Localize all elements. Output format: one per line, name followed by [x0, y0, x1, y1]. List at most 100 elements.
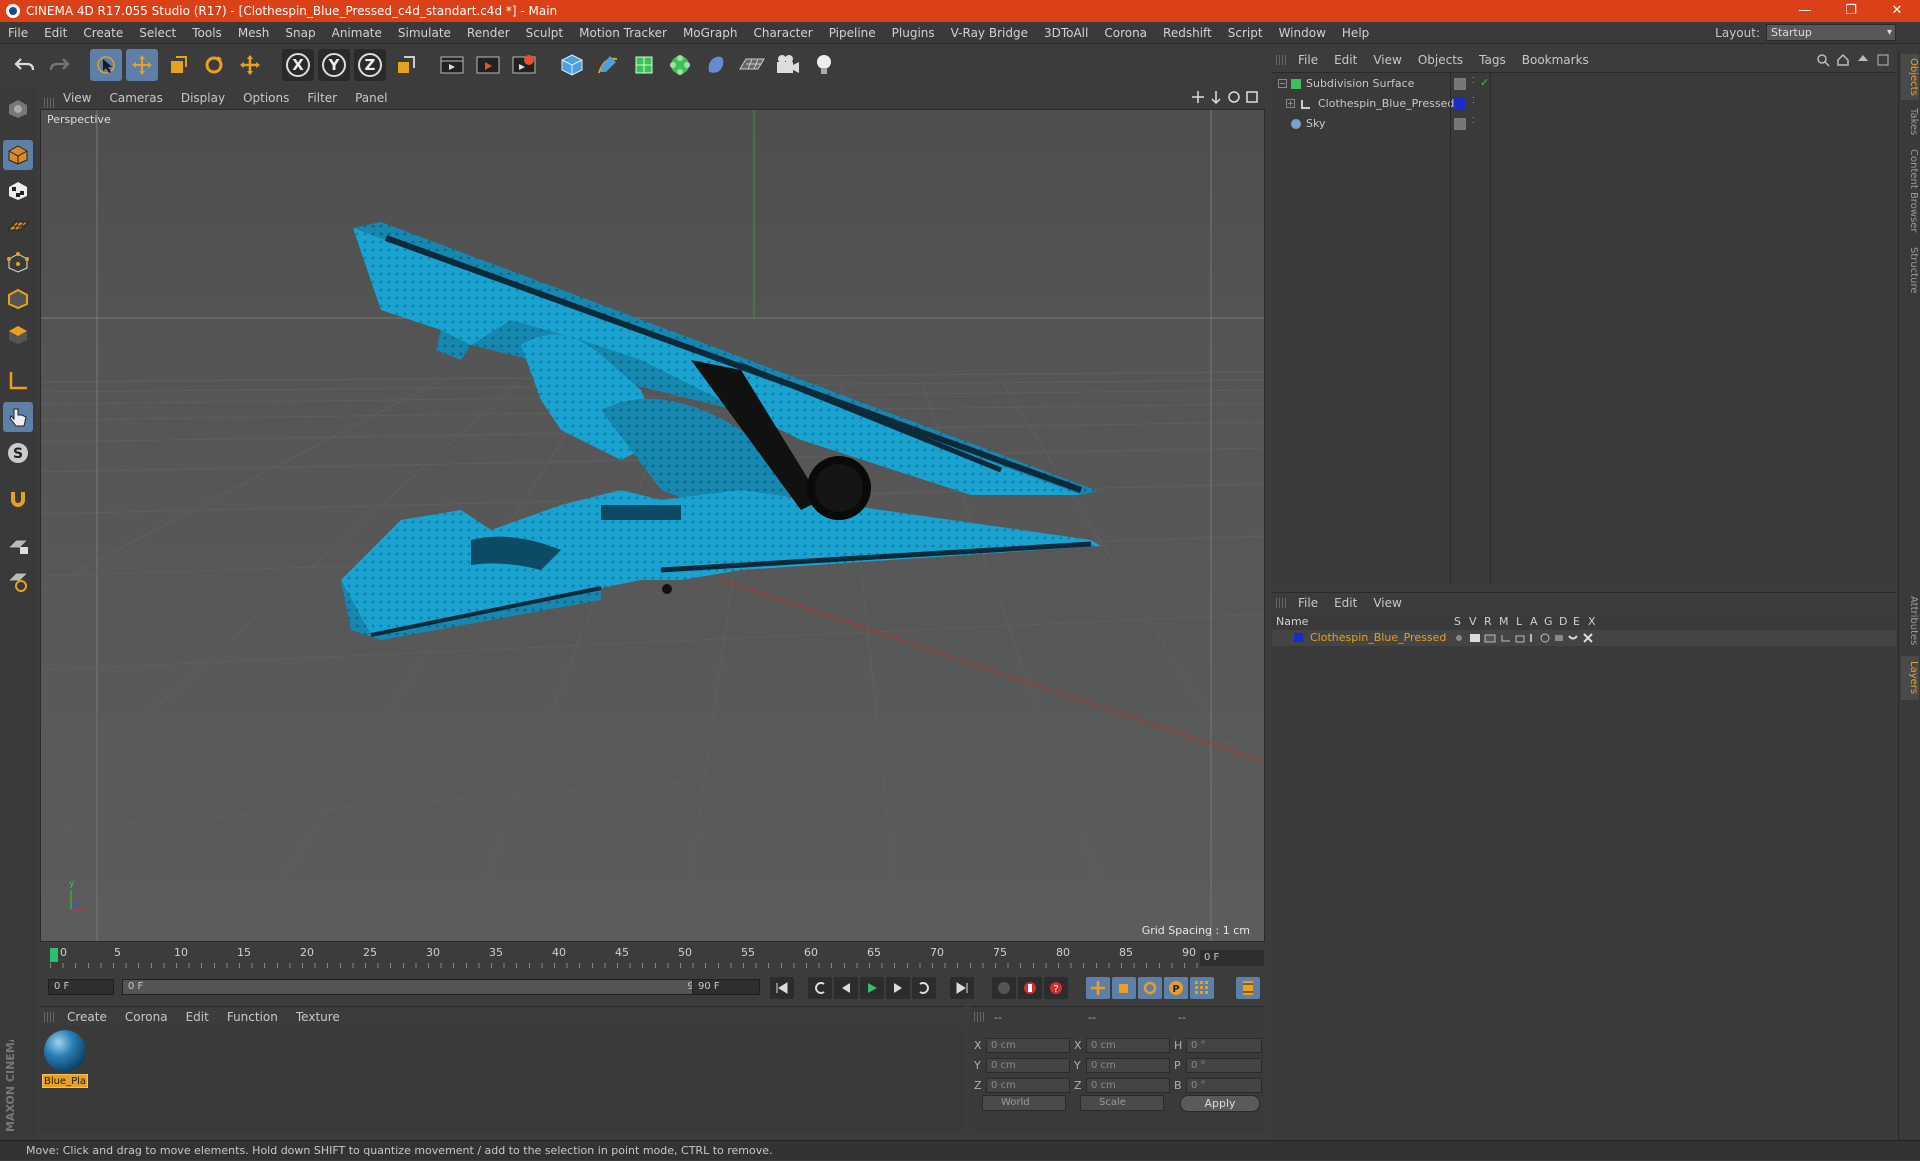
position-y-field[interactable]: 0 cm: [986, 1058, 1070, 1073]
layer-swatch-icon[interactable]: [1454, 98, 1466, 110]
viewport-maximize-icon[interactable]: [1245, 90, 1259, 104]
viewport-menu-view[interactable]: View: [54, 91, 100, 105]
navigate-up-icon[interactable]: [1856, 53, 1870, 67]
rotation-p-field[interactable]: 0 °: [1186, 1058, 1262, 1073]
layer-flag-icons[interactable]: [1454, 633, 1604, 643]
menu-window[interactable]: Window: [1271, 26, 1334, 40]
previous-frame-icon[interactable]: [834, 977, 858, 999]
viewport-menu-panel[interactable]: Panel: [346, 91, 396, 105]
go-to-start-icon[interactable]: [770, 977, 794, 999]
spline-pen-icon[interactable]: [592, 49, 624, 81]
layer-swatch-icon[interactable]: [1454, 118, 1466, 130]
layer-swatch-icon[interactable]: [1454, 78, 1466, 90]
move-tool-icon[interactable]: [126, 49, 158, 81]
position-z-field[interactable]: 0 cm: [986, 1078, 1070, 1093]
viewport-move-icon[interactable]: [1191, 90, 1205, 104]
viewport-menu-filter[interactable]: Filter: [298, 91, 346, 105]
col-xref[interactable]: X: [1588, 615, 1596, 628]
viewport-menu-options[interactable]: Options: [234, 91, 298, 105]
visibility-dots-icon[interactable]: ⁚: [1472, 76, 1475, 85]
tab-takes[interactable]: Takes: [1901, 104, 1919, 140]
playhead[interactable]: [50, 948, 58, 962]
col-manager[interactable]: M: [1499, 615, 1509, 628]
om-menu-view[interactable]: View: [1365, 53, 1409, 67]
tweak-mode-icon[interactable]: [3, 402, 33, 432]
menu-vray-bridge[interactable]: V-Ray Bridge: [943, 26, 1036, 40]
model-mode-icon[interactable]: [3, 140, 33, 170]
col-deformers[interactable]: D: [1559, 615, 1567, 628]
undo-icon[interactable]: [8, 49, 40, 81]
column-divider[interactable]: [1450, 72, 1451, 584]
col-expressions[interactable]: E: [1573, 615, 1580, 628]
menu-simulate[interactable]: Simulate: [390, 26, 459, 40]
enable-axis-icon[interactable]: [3, 366, 33, 396]
menu-edit[interactable]: Edit: [36, 26, 75, 40]
material-menu-function[interactable]: Function: [218, 1010, 287, 1024]
live-selection-icon[interactable]: [234, 49, 266, 81]
menu-mograph[interactable]: MoGraph: [675, 26, 746, 40]
coordinate-space-select[interactable]: World: [982, 1095, 1066, 1111]
key-position-icon[interactable]: [1086, 977, 1110, 999]
close-button[interactable]: ✕: [1874, 0, 1920, 22]
menu-select[interactable]: Select: [131, 26, 184, 40]
render-to-picture-viewer-icon[interactable]: [472, 49, 504, 81]
drag-handle-icon[interactable]: [974, 1012, 984, 1022]
end-frame-field[interactable]: 90 F: [692, 979, 760, 995]
tab-layers[interactable]: Layers: [1901, 656, 1919, 700]
key-rotation-icon[interactable]: [1138, 977, 1162, 999]
tab-objects[interactable]: Objects: [1901, 54, 1919, 100]
floor-icon[interactable]: [736, 49, 768, 81]
search-icon[interactable]: [1816, 53, 1830, 67]
menu-sculpt[interactable]: Sculpt: [518, 26, 571, 40]
layer-name[interactable]: Clothespin_Blue_Pressed: [1310, 631, 1446, 644]
object-name[interactable]: Sky: [1306, 117, 1325, 130]
record-keys-icon[interactable]: [992, 977, 1016, 999]
col-name[interactable]: Name: [1276, 615, 1308, 628]
make-editable-icon[interactable]: [3, 94, 33, 124]
material-menu-edit[interactable]: Edit: [177, 1010, 218, 1024]
object-name[interactable]: Clothespin_Blue_Pressed: [1318, 97, 1454, 110]
lock-workplane-icon[interactable]: [3, 530, 33, 560]
material-menu-create[interactable]: Create: [58, 1010, 116, 1024]
menu-file[interactable]: File: [0, 26, 36, 40]
visibility-dots-icon[interactable]: ⁚: [1472, 96, 1475, 105]
menu-redshift[interactable]: Redshift: [1155, 26, 1220, 40]
lm-menu-edit[interactable]: Edit: [1326, 596, 1365, 610]
menu-mesh[interactable]: Mesh: [230, 26, 278, 40]
menu-animate[interactable]: Animate: [324, 26, 390, 40]
perspective-viewport[interactable]: y Perspective Grid Spacing : 1 cm: [40, 109, 1265, 942]
material-menu-corona[interactable]: Corona: [116, 1010, 177, 1024]
menu-help[interactable]: Help: [1334, 26, 1377, 40]
scale-tool-icon[interactable]: [162, 49, 194, 81]
z-axis-lock-icon[interactable]: Z: [354, 49, 386, 81]
play-forward-icon[interactable]: [860, 977, 884, 999]
magnet-icon[interactable]: [3, 484, 33, 514]
om-menu-objects[interactable]: Objects: [1410, 53, 1471, 67]
camera-icon[interactable]: [772, 49, 804, 81]
size-y-field[interactable]: 0 cm: [1086, 1058, 1170, 1073]
start-frame-field[interactable]: 0 F: [48, 979, 114, 995]
planar-workplane-icon[interactable]: [3, 566, 33, 596]
size-z-field[interactable]: 0 cm: [1086, 1078, 1170, 1093]
object-row-sky[interactable]: Sky ⁚: [1272, 115, 1896, 134]
menu-plugins[interactable]: Plugins: [884, 26, 943, 40]
menu-3dtoall[interactable]: 3DToAll: [1036, 26, 1096, 40]
col-animation[interactable]: A: [1530, 615, 1538, 628]
timeline-ruler[interactable]: 0 5 10 15 20 25 30 35 40 45 50 55 60 65 …: [40, 944, 1265, 970]
menu-snap[interactable]: Snap: [277, 26, 323, 40]
col-solo[interactable]: S: [1454, 615, 1461, 628]
menu-pipeline[interactable]: Pipeline: [821, 26, 884, 40]
om-menu-tags[interactable]: Tags: [1471, 53, 1514, 67]
tab-content-browser[interactable]: Content Browser: [1901, 144, 1919, 238]
go-to-end-icon[interactable]: [950, 977, 974, 999]
y-axis-lock-icon[interactable]: Y: [318, 49, 350, 81]
menu-motion-tracker[interactable]: Motion Tracker: [571, 26, 675, 40]
column-divider[interactable]: [1490, 72, 1491, 584]
x-axis-lock-icon[interactable]: X: [282, 49, 314, 81]
cloner-icon[interactable]: [664, 49, 696, 81]
lm-menu-file[interactable]: File: [1290, 596, 1326, 610]
range-slider[interactable]: 0 F 90 F: [122, 979, 726, 995]
restore-button[interactable]: ❐: [1828, 0, 1874, 22]
key-parameter-icon[interactable]: P: [1164, 977, 1188, 999]
previous-key-icon[interactable]: [808, 977, 832, 999]
